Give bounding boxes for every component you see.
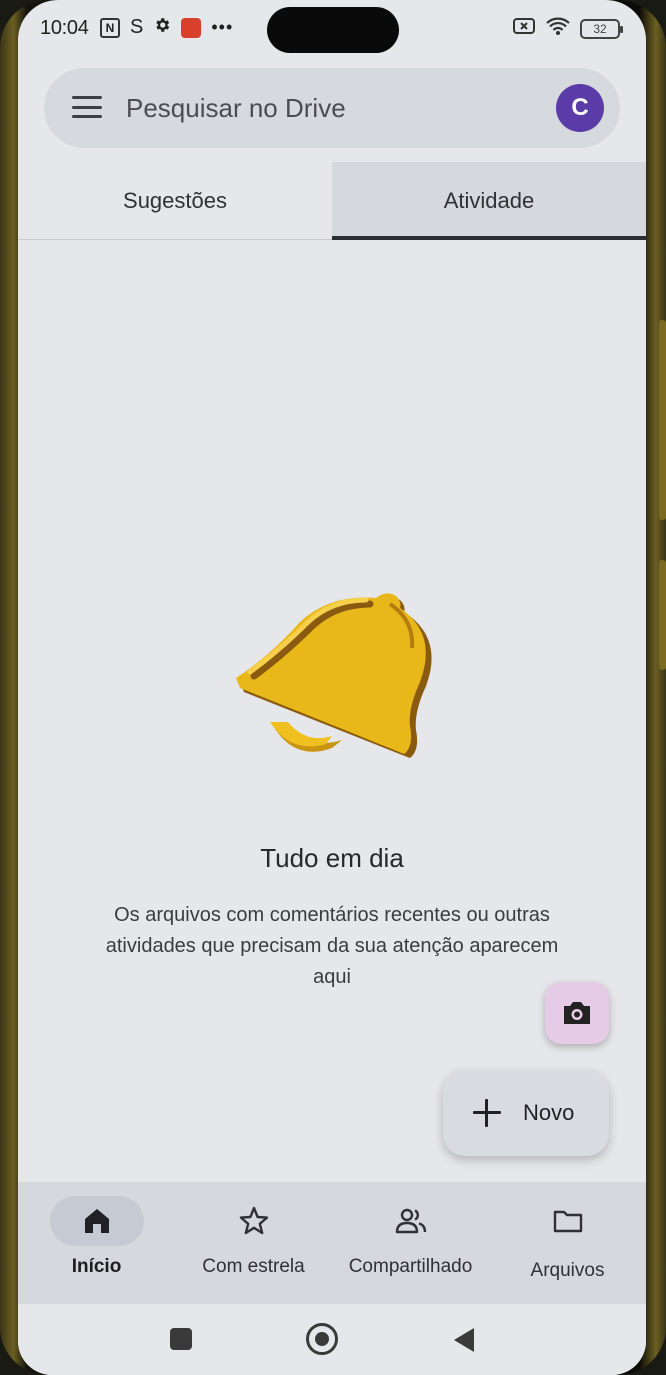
nav-item-inicio[interactable]: Início — [18, 1182, 175, 1304]
status-time: 10:04 — [40, 17, 89, 39]
nfc-icon: N — [100, 17, 120, 38]
mail-notification-icon — [181, 17, 202, 38]
status-bar: 10:04 N S ••• 32 — [18, 0, 646, 58]
bottom-navigation: Início Com estrela Compartilhado Arquivo… — [18, 1182, 646, 1304]
new-button[interactable]: Novo — [443, 1070, 609, 1156]
nav-label-arquivos: Arquivos — [530, 1260, 605, 1281]
recent-apps-button[interactable] — [170, 1328, 192, 1350]
avatar[interactable]: C — [556, 84, 604, 132]
system-navigation-bar — [18, 1304, 646, 1375]
camera-icon — [564, 1002, 590, 1024]
bell-icon — [214, 590, 434, 770]
nav-label-com-estrela: Com estrela — [202, 1256, 305, 1277]
wifi-icon — [545, 16, 571, 41]
search-bar[interactable]: Pesquisar no Drive C — [44, 68, 620, 148]
home-icon — [85, 1209, 109, 1233]
plus-icon — [473, 1099, 501, 1127]
nav-item-compartilhado[interactable]: Compartilhado — [332, 1182, 489, 1304]
folder-icon — [553, 1210, 583, 1233]
active-tab-indicator — [332, 236, 646, 240]
tab-atividade[interactable]: Atividade — [332, 162, 646, 240]
status-icons-left: N S ••• — [100, 16, 233, 39]
new-button-label: Novo — [523, 1100, 575, 1125]
nav-label-inicio: Início — [71, 1256, 122, 1277]
status-icons-right: 32 — [512, 16, 623, 41]
back-button[interactable] — [454, 1328, 474, 1352]
screen: 10:04 N S ••• 32 Pesquisar no Drive C Su… — [18, 0, 646, 1375]
battery-icon: 32 — [580, 18, 623, 39]
volume-button — [659, 320, 666, 520]
power-button — [659, 560, 666, 670]
scan-button[interactable] — [545, 982, 609, 1044]
gear-icon — [153, 16, 171, 39]
sim-off-icon — [512, 16, 536, 41]
tab-sugestoes[interactable]: Sugestões — [18, 162, 332, 240]
empty-state-description: Os arquivos com comentários recentes ou … — [105, 904, 559, 988]
camera-notch — [267, 7, 399, 53]
more-dots-icon: ••• — [211, 17, 234, 37]
nav-item-com-estrela[interactable]: Com estrela — [175, 1182, 332, 1304]
hamburger-menu-icon[interactable] — [72, 96, 102, 118]
shared-people-icon — [395, 1208, 427, 1234]
phone-frame: 10:04 N S ••• 32 Pesquisar no Drive C Su… — [0, 0, 666, 1375]
empty-state-title: Tudo em dia — [260, 843, 404, 873]
search-input[interactable]: Pesquisar no Drive — [126, 93, 346, 124]
app-notification-icon: S — [130, 16, 144, 38]
nav-item-arquivos[interactable]: Arquivos — [489, 1182, 646, 1304]
home-button[interactable] — [306, 1323, 338, 1355]
star-icon — [239, 1206, 269, 1235]
tab-bar: Sugestões Atividade — [18, 162, 646, 240]
nav-label-compartilhado: Compartilhado — [348, 1256, 473, 1277]
